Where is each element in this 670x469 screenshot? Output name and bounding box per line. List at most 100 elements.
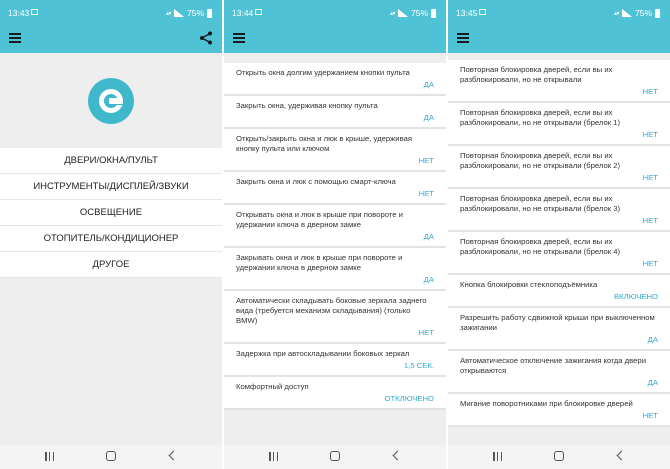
menu-item-doors[interactable]: ДВЕРИ/ОКНА/ПУЛЬТ — [0, 148, 222, 174]
gallery-notification-icon — [31, 9, 38, 15]
system-nav-bar — [0, 445, 222, 469]
menu-item-instruments[interactable]: ИНСТРУМЕНТЫ/ДИСПЛЕЙ/ЗВУКИ — [0, 174, 222, 200]
setting-label: Комфортный доступ — [236, 382, 309, 391]
phone-screen-doors-settings: 13:44 ▴▾ 75% Открыть окна долгим удержан… — [224, 0, 446, 469]
setting-row[interactable]: Повторная блокировка дверей, если вы их … — [448, 146, 670, 189]
setting-row[interactable]: Открыть/закрыть окна и люк в крыше, удер… — [224, 129, 446, 172]
setting-row[interactable]: Повторная блокировка дверей, если вы их … — [448, 60, 670, 103]
signal-bars-icon — [397, 9, 408, 17]
setting-label: Повторная блокировка дверей, если вы их … — [460, 108, 621, 127]
setting-label: Повторная блокировка дверей, если вы их … — [460, 237, 621, 256]
setting-value: ДА — [647, 335, 658, 344]
setting-value: ДА — [423, 80, 434, 89]
back-icon[interactable] — [392, 450, 403, 461]
system-nav-bar — [448, 445, 670, 469]
status-right: ▴▾ 75% — [614, 8, 660, 18]
setting-row[interactable]: Повторная блокировка дверей, если вы их … — [448, 189, 670, 232]
setting-row[interactable]: Открыть окна долгим удержанием кнопки пу… — [224, 63, 446, 96]
setting-row[interactable]: Повторная блокировка дверей, если вы их … — [448, 232, 670, 275]
menu-item-climate[interactable]: ОТОПИТЕЛЬ/КОНДИЦИОНЕР — [0, 226, 222, 252]
home-icon[interactable] — [554, 451, 564, 461]
setting-value: НЕТ — [418, 328, 434, 337]
recent-apps-icon[interactable] — [493, 452, 502, 461]
setting-row[interactable]: Закрыть окна и люк с помощью смарт-ключа… — [224, 172, 446, 205]
setting-row[interactable]: Закрыть окна, удерживая кнопку пульта ДА — [224, 96, 446, 129]
status-bar: 13:43 ▴▾ 75% — [0, 0, 222, 24]
main-menu-content: ДВЕРИ/ОКНА/ПУЛЬТ ИНСТРУМЕНТЫ/ДИСПЛЕЙ/ЗВУ… — [0, 53, 222, 445]
setting-row[interactable]: Повторная блокировка дверей, если вы их … — [448, 103, 670, 146]
setting-value: ДА — [423, 232, 434, 241]
setting-row[interactable]: Открывать окна и люк в крыше при поворот… — [224, 205, 446, 248]
gallery-notification-icon — [255, 9, 262, 15]
signal-bars-icon — [621, 9, 632, 17]
setting-label: Закрыть окна, удерживая кнопку пульта — [236, 101, 378, 110]
menu-icon[interactable] — [9, 33, 21, 43]
app-toolbar — [0, 24, 222, 53]
back-icon[interactable] — [168, 450, 179, 461]
signal-icon: ▴▾ — [165, 10, 172, 17]
setting-value: НЕТ — [418, 156, 434, 165]
menu-item-lighting[interactable]: ОСВЕЩЕНИЕ — [0, 200, 222, 226]
system-nav-bar — [224, 445, 446, 469]
setting-label: Открыть/закрыть окна и люк в крыше, удер… — [236, 134, 413, 153]
setting-value: ВКЛЮЧЕНО — [614, 292, 658, 301]
battery-icon — [655, 8, 660, 18]
setting-row[interactable]: Кнопка блокировки стеклоподъёмника ВКЛЮЧЕ… — [448, 275, 670, 308]
setting-row[interactable]: Автоматически складывать боковые зеркала… — [224, 291, 446, 344]
menu-icon[interactable] — [233, 33, 245, 43]
screenshots-row: 13:43 ▴▾ 75% ДВЕРИ/ОКНА/ПУЛЬТ ИНСТРУМЕНТ… — [0, 0, 670, 469]
battery-percent: 75% — [634, 8, 652, 18]
setting-label: Повторная блокировка дверей, если вы их … — [460, 65, 613, 84]
setting-row[interactable]: Закрывать окна и люк в крыше при поворот… — [224, 248, 446, 291]
setting-value: НЕТ — [642, 173, 658, 182]
signal-icon: ▴▾ — [613, 10, 620, 17]
setting-value: НЕТ — [642, 411, 658, 420]
recent-apps-icon[interactable] — [269, 452, 278, 461]
setting-label: Автоматически складывать боковые зеркала… — [236, 296, 427, 325]
settings-list: Повторная блокировка дверей, если вы их … — [448, 53, 670, 445]
recent-apps-icon[interactable] — [45, 452, 54, 461]
setting-row[interactable]: Автоматическое отключение зажигания когд… — [448, 351, 670, 394]
setting-value: НЕТ — [418, 189, 434, 198]
logo-area — [0, 53, 222, 148]
setting-row[interactable]: Разрешить работу сдвижной крыши при выкл… — [448, 308, 670, 351]
setting-value: ДА — [647, 378, 658, 387]
phone-screen-lock-settings: 13:45 ▴▾ 75% Повторная блокировка дверей… — [448, 0, 670, 469]
setting-value: ДА — [423, 113, 434, 122]
status-bar: 13:45 ▴▾ 75% — [448, 0, 670, 24]
setting-label: Открыть окна долгим удержанием кнопки пу… — [236, 68, 410, 77]
status-right: ▴▾ 75% — [390, 8, 436, 18]
phone-screen-main-menu: 13:43 ▴▾ 75% ДВЕРИ/ОКНА/ПУЛЬТ ИНСТРУМЕНТ… — [0, 0, 222, 469]
app-toolbar — [448, 24, 670, 53]
menu-icon[interactable] — [457, 33, 469, 43]
setting-value: НЕТ — [642, 87, 658, 96]
setting-row[interactable]: Мигание поворотниками при блокировке две… — [448, 394, 670, 427]
signal-icon: ▴▾ — [389, 10, 396, 17]
battery-icon — [207, 8, 212, 18]
status-time: 13:43 — [8, 8, 30, 18]
setting-label: Повторная блокировка дверей, если вы их … — [460, 151, 621, 170]
setting-label: Мигание поворотниками при блокировке две… — [460, 399, 633, 408]
app-toolbar — [224, 24, 446, 53]
home-icon[interactable] — [330, 451, 340, 461]
home-icon[interactable] — [106, 451, 116, 461]
status-time: 13:45 — [456, 8, 478, 18]
setting-label: Открывать окна и люк в крыше при поворот… — [236, 210, 403, 229]
setting-label: Автоматическое отключение зажигания когд… — [460, 356, 647, 375]
setting-value: НЕТ — [642, 259, 658, 268]
setting-label: Закрыть окна и люк с помощью смарт-ключа — [236, 177, 396, 186]
settings-list: Открыть окна долгим удержанием кнопки пу… — [224, 53, 446, 445]
setting-row[interactable]: Комфортный доступ ОТКЛЮЧЕНО — [224, 377, 446, 410]
status-right: ▴▾ 75% — [166, 8, 212, 18]
status-bar: 13:44 ▴▾ 75% — [224, 0, 446, 24]
status-time: 13:44 — [232, 8, 254, 18]
back-icon[interactable] — [616, 450, 627, 461]
setting-label: Разрешить работу сдвижной крыши при выкл… — [460, 313, 655, 332]
battery-icon — [431, 8, 436, 18]
setting-row[interactable]: Задержка при автоскладывании боковых зер… — [224, 344, 446, 377]
menu-item-other[interactable]: ДРУГОЕ — [0, 252, 222, 278]
app-logo-icon — [88, 77, 134, 124]
battery-percent: 75% — [186, 8, 204, 18]
setting-label: Закрывать окна и люк в крыше при поворот… — [236, 253, 403, 272]
share-icon[interactable] — [199, 31, 213, 45]
